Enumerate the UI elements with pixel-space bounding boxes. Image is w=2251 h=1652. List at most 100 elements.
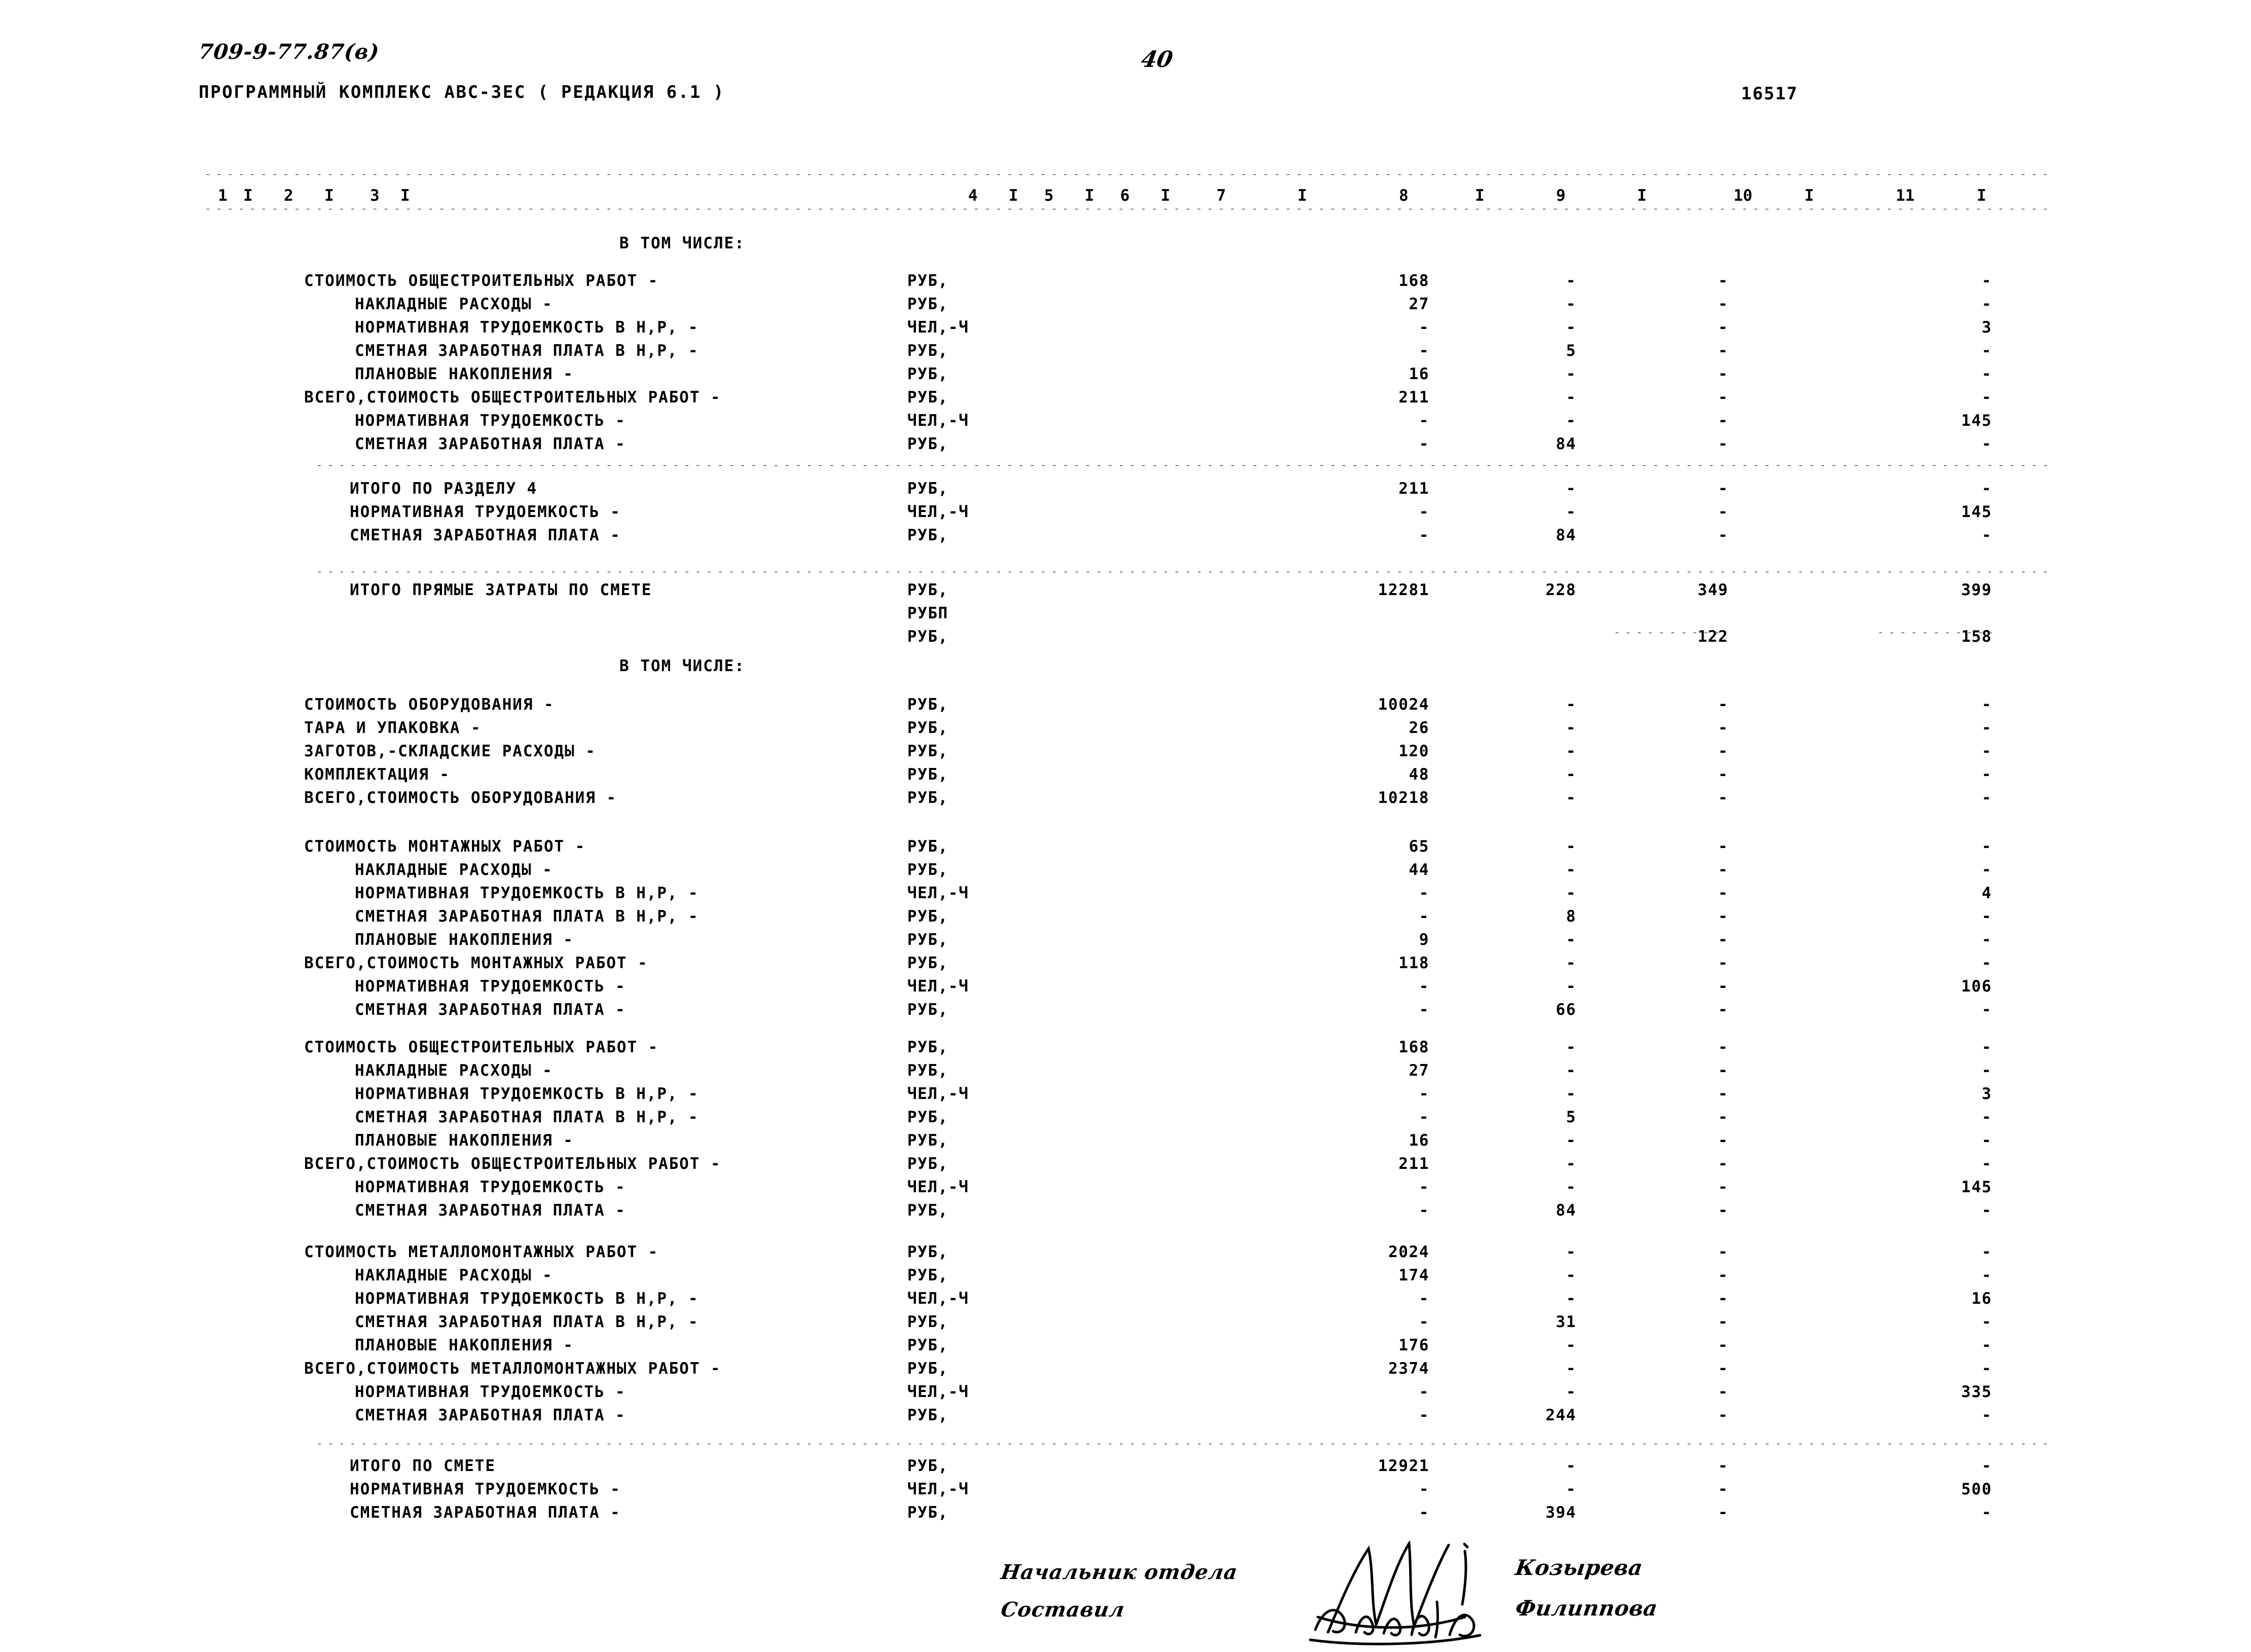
row-label: НОРМАТИВНАЯ ТРУДОЕМКОСТЬ - [355,412,626,430]
row-unit: РУБ, [907,837,949,856]
column-number-5: 5 [1044,187,1054,205]
cell-c8: - [1566,837,1576,856]
cell-c9: - [1718,1457,1728,1475]
cell-c11: - [1981,1313,1992,1331]
cell-c11: - [1981,1201,1992,1220]
cell-c11: 4 [1981,884,1992,902]
cell-c11: 145 [1961,503,1992,521]
row-label: НОРМАТИВНАЯ ТРУДОЕМКОСТЬ В Н,Р, - [355,318,699,337]
cell-c11: - [1981,1038,1992,1056]
row-label: СТОИМОСТЬ ОБОРУДОВАНИЯ - [304,695,555,714]
cell-c8: - [1566,295,1576,313]
row-label: ИТОГО ПО СМЕТЕ [350,1457,496,1475]
row-label: ВСЕГО,СТОИМОСТЬ ОБОРУДОВАНИЯ - [304,789,617,807]
cell-c8: - [1566,789,1576,807]
row-label: СМЕТНАЯ ЗАРАБОТНАЯ ПЛАТА В Н,Р, - [355,907,699,926]
table-row: НОРМАТИВНАЯ ТРУДОЕМКОСТЬ В Н,Р, - ЧЕЛ,-Ч -… [0,1290,2251,1309]
row-unit: РУБ, [907,1360,949,1378]
cell-c11: - [1981,480,1992,498]
cell-c11: - [1981,695,1992,714]
table-row: НОРМАТИВНАЯ ТРУДОЕМКОСТЬ - ЧЕЛ,-Ч - - - 145 [0,503,2251,522]
cell-c9: 349 [1698,581,1728,599]
row-label: НОРМАТИВНАЯ ТРУДОЕМКОСТЬ - [355,977,626,996]
cell-c9: - [1718,1313,1728,1331]
row-unit: РУБ, [907,1336,949,1354]
column-separator: I [243,187,253,205]
row-unit: РУБ, [907,907,949,926]
cell-c9: - [1718,1503,1728,1522]
column-separator: I [1977,187,1986,205]
cell-c11: - [1981,388,1992,407]
cell-c11: - [1981,1108,1992,1126]
row-unit: РУБ, [907,1457,949,1475]
cell-c7: - [1419,884,1429,902]
cell-c7: 44 [1409,861,1429,879]
mini-rule-col9: ................. [1612,633,1723,639]
mini-rule-col11: ................. [1875,633,1992,639]
table-row: ЗАГОТОВ,-СКЛАДСКИЕ РАСХОДЫ - РУБ, 120 - - - [0,742,2251,761]
cell-c11: - [1981,1457,1992,1475]
column-separator: I [1804,187,1814,205]
row-unit: РУБ, [907,435,949,453]
row-unit: РУБ, [907,1131,949,1150]
cell-c7: - [1419,977,1429,996]
cell-c7: 2374 [1388,1360,1429,1378]
cell-c7: 211 [1398,1155,1429,1173]
section-heading-in-that-number-1: В ТОМ ЧИСЛЕ: [619,234,745,252]
cell-c9: - [1718,789,1728,807]
row-unit: РУБ, [907,388,949,407]
row-label: НОРМАТИВНАЯ ТРУДОЕМКОСТЬ В Н,Р, - [355,884,699,902]
cell-c8: 5 [1566,1108,1576,1126]
table-row: ИТОГО ПО РАЗДЕЛУ 4 РУБ, 211 - - - [0,480,2251,499]
cell-c9: - [1718,765,1728,784]
row-unit: ЧЕЛ,-Ч [907,977,969,996]
cell-c11: - [1981,719,1992,737]
table-row: ВСЕГО,СТОИМОСТЬ МЕТАЛЛОМОНТАЖНЫХ РАБОТ -… [0,1360,2251,1379]
cell-c9: - [1718,1406,1728,1424]
table-row: СМЕТНАЯ ЗАРАБОТНАЯ ПЛАТА - РУБ, - 84 - - [0,435,2251,454]
cell-c11: 335 [1961,1383,1992,1401]
cell-c7: - [1419,1001,1429,1019]
row-unit: РУБ, [907,342,949,360]
row-label: НАКЛАДНЫЕ РАСХОДЫ - [355,861,553,879]
cell-c7: - [1419,1313,1429,1331]
table-row: СМЕТНАЯ ЗАРАБОТНАЯ ПЛАТА В Н,Р, - РУБ, - 5 -… [0,1108,2251,1127]
column-number-header: 1 I 2 I 3 I 4 I 5 I 6 I 7 I 8 I 9 I 10 I 11 I [0,187,2251,209]
table-row: СМЕТНАЯ ЗАРАБОТНАЯ ПЛАТА - РУБ, - 84 - - [0,526,2251,545]
row-label: ВСЕГО,СТОИМОСТЬ ОБЩЕСТРОИТЕЛЬНЫХ РАБОТ - [304,1155,721,1173]
signature-role-1: Начальник отдела [999,1560,1239,1584]
cell-c11: - [1981,342,1992,360]
cell-c8: - [1566,1457,1576,1475]
document-page: 709-9-77.87(в) ПРОГРАММНЫЙ КОМПЛЕКС АВС-… [0,0,2251,1652]
cell-c9: - [1718,907,1728,926]
table-row: СМЕТНАЯ ЗАРАБОТНАЯ ПЛАТА - РУБ, - 66 - - [0,1001,2251,1020]
table-row: НАКЛАДНЫЕ РАСХОДЫ - РУБ, 44 - - - [0,861,2251,880]
cell-c7: 12921 [1378,1457,1429,1475]
cell-c11: - [1981,931,1992,949]
cell-c11: - [1981,837,1992,856]
cell-c11: - [1981,1360,1992,1378]
cell-c8: - [1566,480,1576,498]
cell-c8: - [1566,1266,1576,1284]
cell-c11: - [1981,1131,1992,1150]
table-row: НОРМАТИВНАЯ ТРУДОЕМКОСТЬ - ЧЕЛ,-Ч - - - 335 [0,1383,2251,1402]
cell-c11: - [1981,1001,1992,1019]
cell-c9: - [1718,342,1728,360]
cell-c7: 174 [1398,1266,1429,1284]
row-label: НАКЛАДНЫЕ РАСХОДЫ - [355,1061,553,1080]
row-unit: ЧЕЛ,-Ч [907,503,969,521]
row-unit: ЧЕЛ,-Ч [907,1085,969,1103]
column-separator: I [400,187,410,205]
program-complex-line: ПРОГРАММНЫЙ КОМПЛЕКС АВС-ЗЕС ( РЕДАКЦИЯ … [199,82,725,102]
row-label: СМЕТНАЯ ЗАРАБОТНАЯ ПЛАТА В Н,Р, - [355,1108,699,1126]
cell-c7: 27 [1409,1061,1429,1080]
table-row: СМЕТНАЯ ЗАРАБОТНАЯ ПЛАТА - РУБ, - 394 - - [0,1503,2251,1523]
cell-c7: 65 [1409,837,1429,856]
cell-c9: - [1718,1178,1728,1196]
table-rule-above-razdel: ........................................… [314,465,2048,471]
cell-c7: 16 [1409,365,1429,383]
cell-c8: 228 [1545,581,1576,599]
cell-c11: - [1981,1266,1992,1284]
row-label: ВСЕГО,СТОИМОСТЬ ОБЩЕСТРОИТЕЛЬНЫХ РАБОТ - [304,388,721,407]
table-row: КОМПЛЕКТАЦИЯ - РУБ, 48 - - - [0,765,2251,785]
